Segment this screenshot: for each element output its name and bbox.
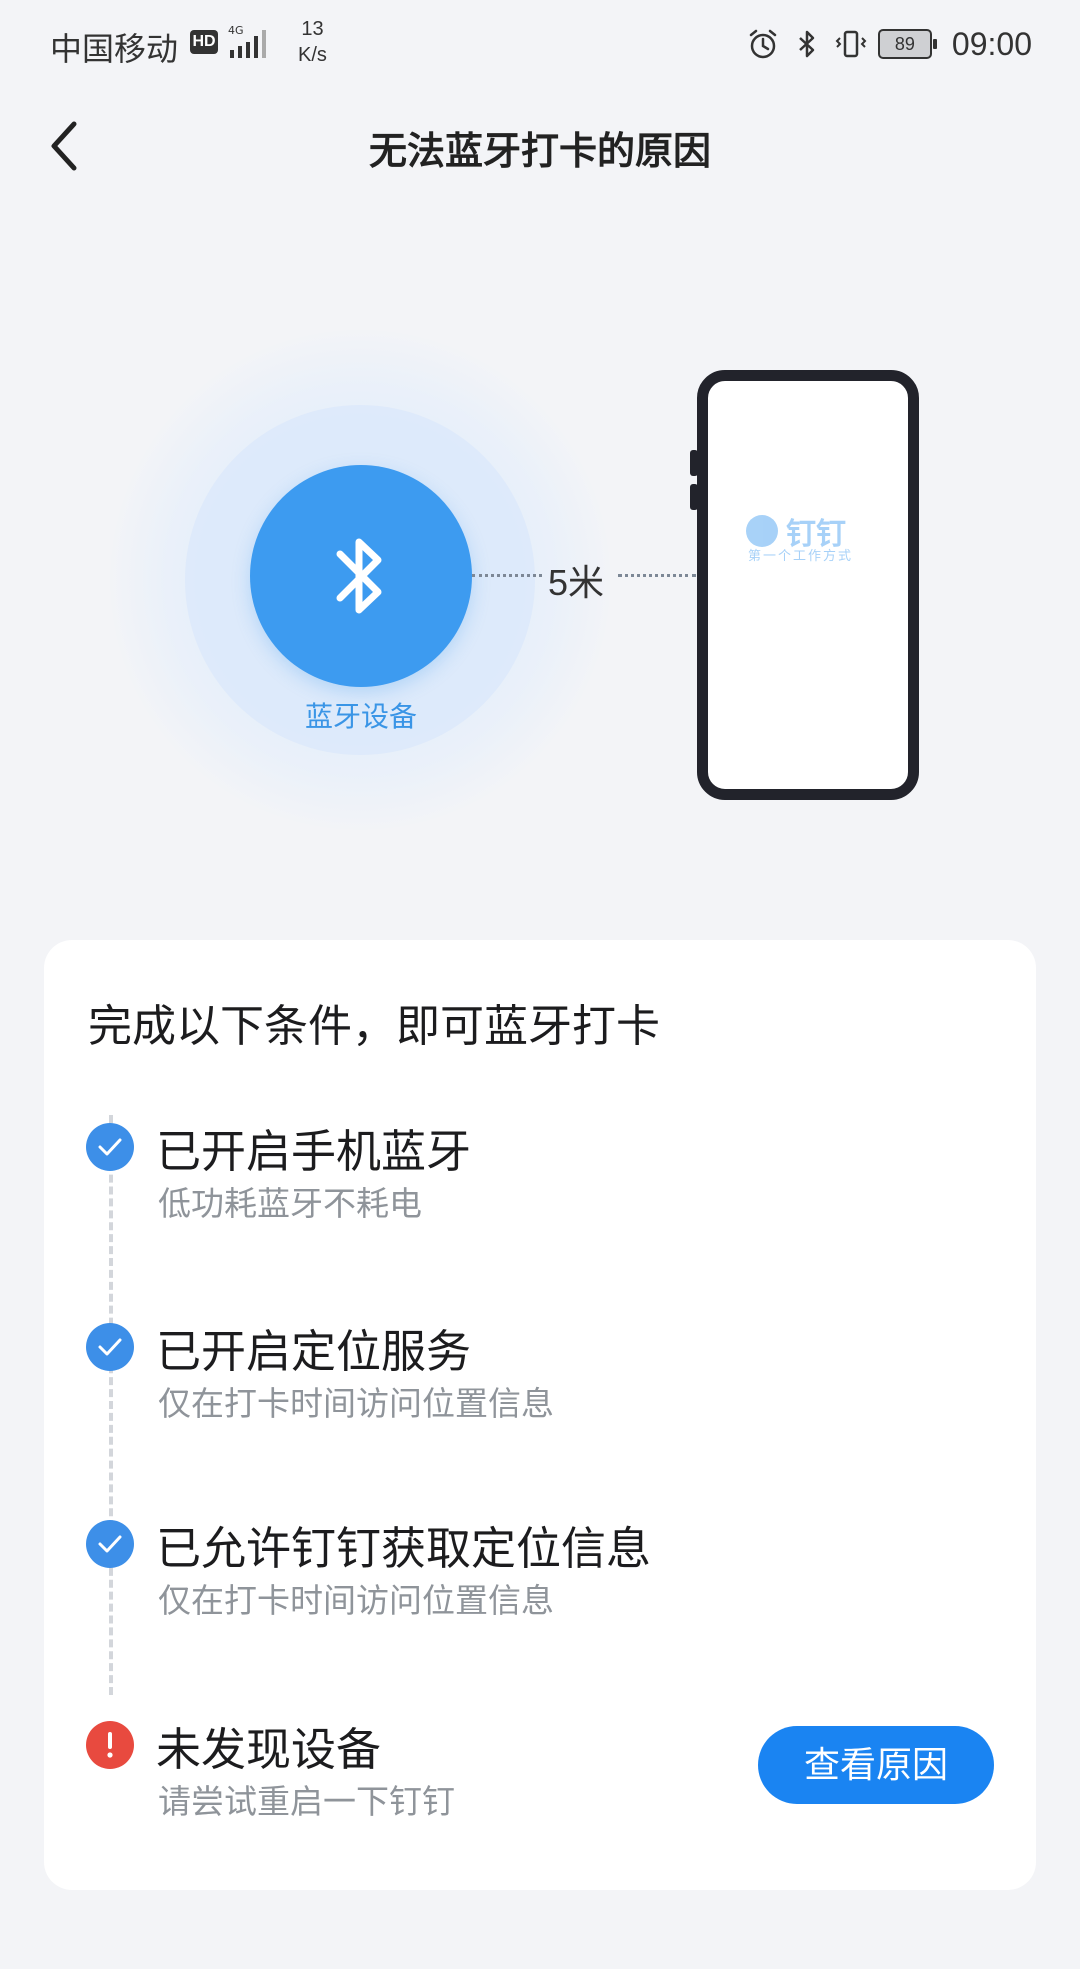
view-reason-button[interactable]: 查看原因: [758, 1726, 994, 1804]
bluetooth-status-icon: [799, 30, 815, 58]
distance-line-right: [618, 574, 696, 577]
speed-unit: K/s: [298, 44, 327, 66]
phone-illustration: 钉钉 第一个工作方式: [697, 370, 919, 800]
battery-indicator: 89: [877, 29, 937, 59]
check-icon: [86, 1123, 134, 1171]
step-title: 已开启定位服务: [156, 1326, 472, 1377]
conditions-card: 完成以下条件，即可蓝牙打卡 已开启手机蓝牙 低功耗蓝牙不耗电 已开启定位服务 仅…: [44, 940, 1036, 1890]
check-icon: [86, 1520, 134, 1568]
condition-step: 已开启手机蓝牙 低功耗蓝牙不耗电: [44, 1115, 1036, 1235]
step-title: 未发现设备: [156, 1724, 382, 1775]
network-speed: 13 K/s: [298, 16, 327, 68]
page-title: 无法蓝牙打卡的原因: [368, 131, 711, 173]
dingtalk-slogan: 第一个工作方式: [748, 548, 854, 563]
device-label: 蓝牙设备: [304, 701, 417, 732]
clock: 09:00: [951, 25, 1032, 62]
distance-line-left: [472, 574, 542, 577]
alarm-icon: [749, 29, 777, 59]
condition-step: 已允许钉钉获取定位信息 仅在打卡时间访问位置信息: [44, 1512, 1036, 1632]
step-subtitle: 请尝试重启一下钉钉: [158, 1783, 455, 1820]
dingtalk-logo-icon: [746, 515, 778, 547]
bluetooth-icon: [336, 538, 382, 614]
check-icon: [86, 1323, 134, 1371]
bluetooth-illustration: 蓝牙设备 5米 钉钉 第一个工作方式: [0, 300, 1080, 860]
step-subtitle: 仅在打卡时间访问位置信息: [158, 1582, 554, 1619]
carrier-name: 中国移动: [50, 31, 179, 67]
card-title: 完成以下条件，即可蓝牙打卡: [88, 1002, 660, 1051]
hd-badge: HD: [190, 30, 218, 54]
exclamation-icon: [86, 1721, 134, 1769]
status-bar: 中国移动 HD 4G 13 K/s 89 09:00: [0, 0, 1080, 90]
signal-icon: 4G: [228, 22, 278, 62]
step-subtitle: 低功耗蓝牙不耗电: [158, 1185, 422, 1222]
step-title: 已允许钉钉获取定位信息: [156, 1523, 652, 1574]
speed-value: 13: [301, 18, 324, 40]
step-title: 已开启手机蓝牙: [156, 1126, 472, 1177]
vibrate-icon: [835, 30, 867, 58]
distance-label: 5米: [548, 562, 605, 603]
network-type: 4G: [228, 24, 244, 37]
bluetooth-device-circle: [250, 465, 472, 687]
status-icons: 89 09:00: [746, 22, 1032, 66]
step-subtitle: 仅在打卡时间访问位置信息: [158, 1385, 554, 1422]
condition-step: 已开启定位服务 仅在打卡时间访问位置信息: [44, 1315, 1036, 1435]
